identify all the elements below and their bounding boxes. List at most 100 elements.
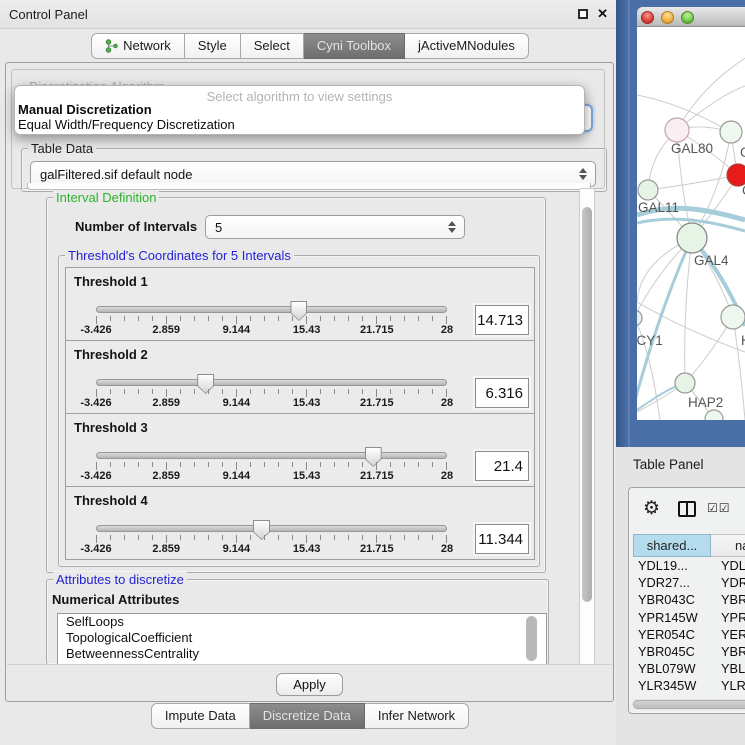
tab-style[interactable]: Style <box>185 33 241 59</box>
network-edge[interactable] <box>685 238 692 383</box>
cell-name[interactable]: YBL079W <box>711 660 745 677</box>
algorithm-settings-strip <box>27 183 591 190</box>
cell-shared-name[interactable]: YBL079W <box>633 660 711 677</box>
tab-discretize-data-label: Discretize Data <box>263 708 351 723</box>
cell-shared-name[interactable]: YBR045C <box>633 643 711 660</box>
threshold-row: Threshold 3-3.4262.8599.14415.4321.71528 <box>65 413 535 487</box>
table-panel-toolbar: ⚙ ☑☑ <box>629 488 745 532</box>
threshold-value-field[interactable] <box>475 524 529 554</box>
gear-icon[interactable]: ⚙ <box>643 497 660 520</box>
apply-button[interactable]: Apply <box>276 673 343 696</box>
thresholds-coordinates-group: Threshold's Coordinates for 5 Intervals … <box>58 255 540 567</box>
threshold-slider[interactable] <box>96 452 447 459</box>
node-label: GAL4 <box>694 253 729 268</box>
interval-definition-group-label: Interval Definition <box>53 190 159 205</box>
threshold-slider[interactable] <box>96 525 447 532</box>
dropdown-placeholder-item[interactable]: Select algorithm to view settings <box>15 86 584 102</box>
cell-shared-name[interactable]: YDL19... <box>633 557 711 574</box>
tab-infer-network[interactable]: Infer Network <box>365 703 469 729</box>
tab-discretize-data[interactable]: Discretize Data <box>250 703 365 729</box>
threshold-value-field[interactable] <box>475 378 529 408</box>
cell-name[interactable]: YBR045C <box>711 643 745 660</box>
cell-name[interactable]: YBR043C <box>711 591 745 608</box>
cell-name[interactable]: YLR345W <box>711 677 745 694</box>
tab-select-label: Select <box>254 38 290 53</box>
network-node-bottom-node[interactable] <box>705 410 723 420</box>
slider-ticks <box>96 535 447 543</box>
network-edge[interactable] <box>648 175 738 190</box>
network-node-GAL80[interactable] <box>665 118 689 142</box>
tab-impute-data[interactable]: Impute Data <box>151 703 250 729</box>
table-row[interactable]: YBR043CYBR043C <box>633 591 745 608</box>
slider-ticks <box>96 389 447 397</box>
cell-shared-name[interactable]: YBR043C <box>633 591 711 608</box>
node-label: GAL80 <box>671 141 713 156</box>
dropdown-item-manual-discretization[interactable]: Manual Discretization <box>15 102 584 117</box>
cell-shared-name[interactable]: YDR27... <box>633 574 711 591</box>
slider-tick-labels: -3.4262.8599.14415.4321.71528 <box>96 397 447 409</box>
scrollbar-thumb[interactable] <box>633 700 745 709</box>
table-row[interactable]: YPR145WYPR145W <box>633 609 745 626</box>
cell-name[interactable]: YDL19 <box>711 557 745 574</box>
cell-shared-name[interactable]: YER054C <box>633 626 711 643</box>
table-row[interactable]: YLR345WYLR345W <box>633 677 745 694</box>
table-row[interactable]: YER054CYER054C <box>633 626 745 643</box>
network-node-HAP2[interactable] <box>675 373 695 393</box>
application-window: Control Panel ✕ Network Style Select Cyn… <box>0 0 745 745</box>
zoom-traffic-light-icon[interactable] <box>681 11 694 24</box>
float-window-icon[interactable] <box>578 9 588 19</box>
table-row[interactable]: YDL19...YDL19 <box>633 557 745 574</box>
slider-ticks <box>96 462 447 470</box>
attribute-list-item[interactable]: BetweennessCentrality <box>58 646 546 662</box>
tab-select[interactable]: Select <box>241 33 304 59</box>
attributes-to-discretize-group: Attributes to discretize Numerical Attri… <box>46 579 549 665</box>
dropdown-item-equal-width-frequency[interactable]: Equal Width/Frequency Discretization <box>15 117 584 132</box>
attributes-list-scrollbar[interactable] <box>526 616 537 661</box>
tab-cyni-toolbox[interactable]: Cyni Toolbox <box>304 33 405 59</box>
cell-shared-name[interactable]: YPR145W <box>633 609 711 626</box>
attribute-list-item[interactable]: TopologicalCoefficient <box>58 630 546 646</box>
split-columns-icon[interactable] <box>678 501 696 517</box>
table-row[interactable]: YBL079WYBL079W <box>633 660 745 677</box>
threshold-slider[interactable] <box>96 306 447 313</box>
column-header-shared-name[interactable]: shared... <box>633 534 711 557</box>
cell-name[interactable]: YDR27 <box>711 574 745 591</box>
network-node-GAL4[interactable] <box>677 223 707 253</box>
table-header-row: shared... name <box>633 534 745 557</box>
close-traffic-light-icon[interactable] <box>641 11 654 24</box>
network-node-GA[interactable] <box>720 121 742 143</box>
number-of-intervals-combobox[interactable]: 5 <box>205 215 465 239</box>
threshold-value-field[interactable] <box>475 305 529 335</box>
select-columns-icon[interactable]: ☑☑ <box>707 501 731 515</box>
table-data-group-label: Table Data <box>28 141 96 156</box>
network-edge[interactable] <box>677 58 745 130</box>
minimize-traffic-light-icon[interactable] <box>661 11 674 24</box>
cell-name[interactable]: YER054C <box>711 626 745 643</box>
content-vertical-scrollbar[interactable] <box>579 188 595 665</box>
close-icon[interactable]: ✕ <box>597 6 608 22</box>
table-data-combobox-value: galFiltered.sif default node <box>40 167 192 182</box>
threshold-value-field[interactable] <box>475 451 529 481</box>
attribute-list-item[interactable]: SelfLoops <box>58 614 546 630</box>
tab-jactivemnodules[interactable]: jActiveMNodules <box>405 33 529 59</box>
table-body: YDL19...YDL19YDR27...YDR27YBR043CYBR043C… <box>633 557 745 699</box>
table-horizontal-scrollbar[interactable] <box>632 699 745 710</box>
network-node-H[interactable] <box>721 305 745 329</box>
combo-stepper-icon <box>448 221 456 233</box>
network-node-GAL11[interactable] <box>638 180 658 200</box>
threshold-slider[interactable] <box>96 379 447 386</box>
cell-shared-name[interactable]: YLR345W <box>633 677 711 694</box>
table-row[interactable]: YBR045CYBR045C <box>633 643 745 660</box>
tab-network[interactable]: Network <box>91 33 185 59</box>
scrollbar-thumb[interactable] <box>582 207 592 602</box>
threshold-row: Threshold 2-3.4262.8599.14415.4321.71528 <box>65 340 535 414</box>
network-node-GCY1[interactable] <box>637 310 642 326</box>
cell-name[interactable]: YPR145W <box>711 609 745 626</box>
node-label: GCY1 <box>637 333 663 348</box>
threshold-list: Threshold 1-3.4262.8599.14415.4321.71528… <box>65 268 535 560</box>
threshold-row: Threshold 4-3.4262.8599.14415.4321.71528 <box>65 486 535 560</box>
table-row[interactable]: YDR27...YDR27 <box>633 574 745 591</box>
column-header-name[interactable]: name <box>711 534 745 557</box>
interval-definition-group: Interval Definition Number of Intervals … <box>46 197 546 573</box>
network-canvas[interactable]: GAL80GACGAL11GAL4GCY1HHAP2 <box>637 27 745 420</box>
